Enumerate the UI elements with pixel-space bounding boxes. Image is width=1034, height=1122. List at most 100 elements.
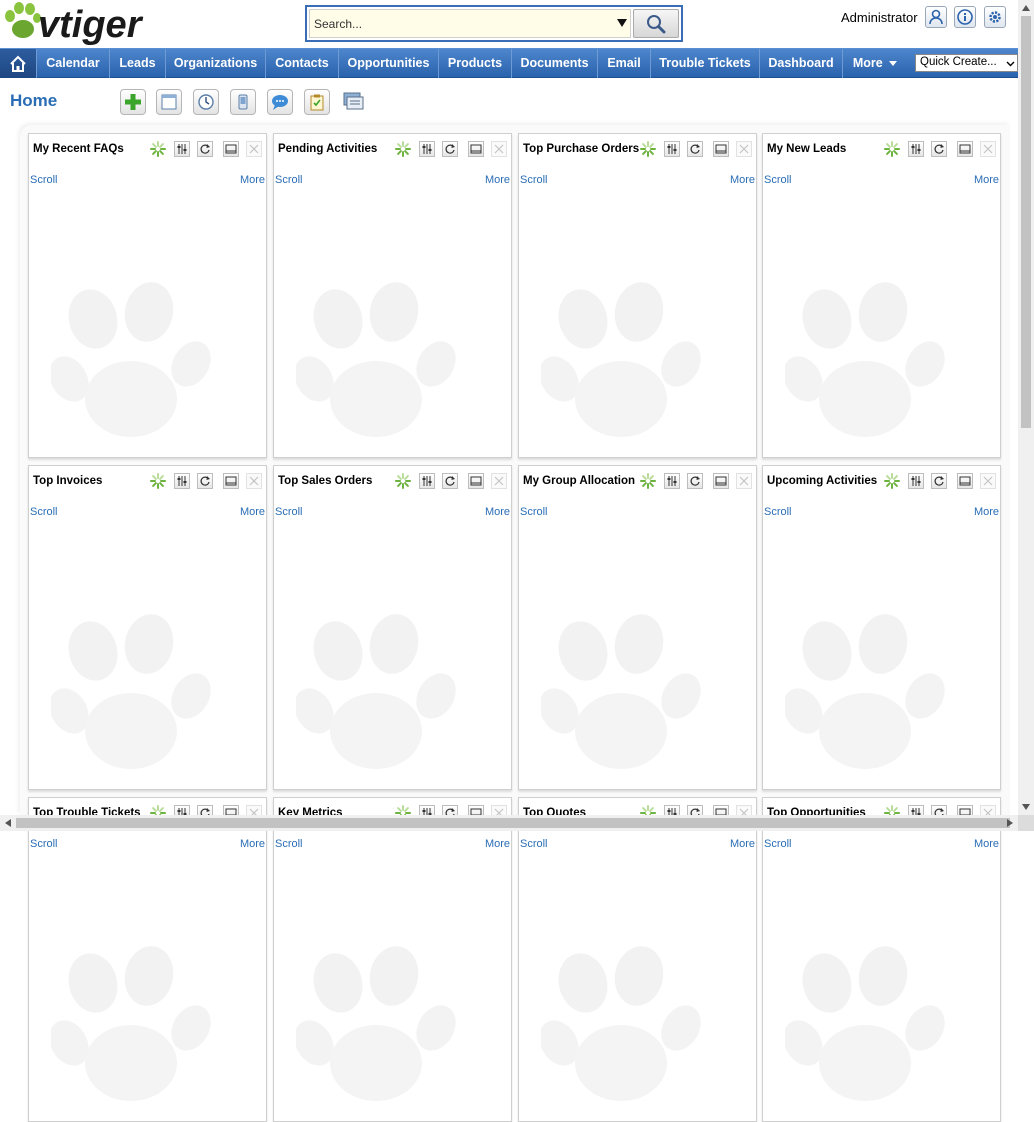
widget-scroll-link[interactable]: Scroll — [764, 174, 792, 186]
vertical-scroll-thumb[interactable] — [1021, 16, 1031, 428]
quick-create-select[interactable]: Quick Create... — [915, 54, 1018, 72]
scroll-left-arrow-icon[interactable] — [0, 815, 16, 831]
widget-more-link[interactable]: More — [485, 174, 510, 186]
widget-scroll-link[interactable]: Scroll — [520, 506, 548, 518]
user-name[interactable]: Administrator — [841, 10, 918, 25]
widget-options-icon[interactable] — [174, 141, 190, 157]
widget-scroll-link[interactable]: Scroll — [764, 838, 792, 850]
close-icon[interactable] — [736, 473, 752, 489]
info-icon[interactable] — [954, 6, 976, 28]
nav-email[interactable]: Email — [598, 49, 651, 78]
widget-more-link[interactable]: More — [485, 506, 510, 518]
minimize-icon[interactable] — [713, 141, 729, 157]
widget-scroll-link[interactable]: Scroll — [275, 174, 303, 186]
widget-scroll-link[interactable]: Scroll — [764, 506, 792, 518]
widget-options-icon[interactable] — [419, 141, 435, 157]
widget-title[interactable]: Top Invoices — [33, 475, 102, 487]
scroll-up-arrow-icon[interactable] — [1018, 0, 1034, 16]
nav-organizations[interactable]: Organizations — [166, 49, 266, 78]
widget-more-link[interactable]: More — [485, 838, 510, 850]
widget-title[interactable]: My Group Allocation — [523, 475, 635, 487]
scroll-down-arrow-icon[interactable] — [1018, 799, 1034, 815]
nav-leads[interactable]: Leads — [110, 49, 166, 78]
horizontal-scroll-thumb[interactable] — [16, 818, 1010, 828]
refresh-icon[interactable] — [442, 473, 458, 489]
widget-scroll-link[interactable]: Scroll — [275, 506, 303, 518]
refresh-icon[interactable] — [197, 141, 213, 157]
clipboard-icon[interactable] — [304, 89, 330, 115]
minimize-icon[interactable] — [468, 473, 484, 489]
vtiger-logo[interactable]: vtiger — [2, 0, 167, 46]
add-widget-icon[interactable] — [120, 89, 146, 115]
refresh-icon[interactable] — [197, 473, 213, 489]
close-icon[interactable] — [980, 141, 996, 157]
widget-more-link[interactable]: More — [730, 838, 755, 850]
minimize-icon[interactable] — [223, 141, 239, 157]
close-icon[interactable] — [246, 473, 262, 489]
refresh-icon[interactable] — [931, 473, 947, 489]
nav-trouble-tickets[interactable]: Trouble Tickets — [651, 49, 760, 78]
widget-title[interactable]: Top Sales Orders — [278, 475, 372, 487]
widget-options-icon[interactable] — [908, 473, 924, 489]
widget-title[interactable]: My Recent FAQs — [33, 143, 124, 155]
search-dropdown-icon[interactable] — [616, 17, 628, 29]
layout-window-icon[interactable] — [156, 89, 182, 115]
widget-more-link[interactable]: More — [240, 174, 265, 186]
widget-more-link[interactable]: More — [974, 838, 999, 850]
widget-more-link[interactable]: More — [240, 838, 265, 850]
close-icon[interactable] — [491, 141, 507, 157]
nav-more[interactable]: More — [843, 49, 907, 78]
widget-title[interactable]: Pending Activities — [278, 143, 377, 155]
search-button[interactable] — [633, 9, 679, 38]
widget-more-link[interactable]: More — [974, 506, 999, 518]
close-icon[interactable] — [246, 141, 262, 157]
nav-opportunities[interactable]: Opportunities — [339, 49, 439, 78]
nav-documents[interactable]: Documents — [512, 49, 598, 78]
close-icon[interactable] — [736, 141, 752, 157]
widget-scroll-link[interactable]: Scroll — [30, 506, 58, 518]
horizontal-scrollbar[interactable] — [0, 815, 1018, 831]
minimize-icon[interactable] — [957, 141, 973, 157]
refresh-icon[interactable] — [687, 473, 703, 489]
nav-dashboard[interactable]: Dashboard — [760, 49, 843, 78]
widget-scroll-link[interactable]: Scroll — [520, 838, 548, 850]
reports-stack-icon[interactable] — [341, 90, 367, 114]
widget-options-icon[interactable] — [664, 141, 680, 157]
widget-scroll-link[interactable]: Scroll — [275, 838, 303, 850]
settings-gear-icon[interactable] — [984, 6, 1006, 28]
close-icon[interactable] — [491, 473, 507, 489]
widget-scroll-link[interactable]: Scroll — [30, 838, 58, 850]
widget-title[interactable]: Upcoming Activities — [767, 475, 877, 487]
search-input[interactable] — [309, 9, 631, 38]
widget-scroll-link[interactable]: Scroll — [30, 174, 58, 186]
vertical-scrollbar[interactable] — [1018, 0, 1034, 815]
scroll-right-arrow-icon[interactable] — [1002, 815, 1018, 831]
widget-options-icon[interactable] — [908, 141, 924, 157]
nav-products[interactable]: Products — [439, 49, 512, 78]
minimize-icon[interactable] — [468, 141, 484, 157]
widget-more-link[interactable]: More — [730, 174, 755, 186]
widget-scroll-link[interactable]: Scroll — [520, 174, 548, 186]
clock-icon[interactable] — [193, 89, 219, 115]
refresh-icon[interactable] — [931, 141, 947, 157]
loading-spinner-icon — [150, 473, 166, 489]
minimize-icon[interactable] — [957, 473, 973, 489]
minimize-icon[interactable] — [223, 473, 239, 489]
refresh-icon[interactable] — [442, 141, 458, 157]
widget-title[interactable]: My New Leads — [767, 143, 846, 155]
mobile-icon[interactable] — [230, 89, 256, 115]
widget-options-icon[interactable] — [174, 473, 190, 489]
widget-options-icon[interactable] — [419, 473, 435, 489]
widget-title[interactable]: Top Purchase Orders — [523, 143, 639, 155]
refresh-icon[interactable] — [687, 141, 703, 157]
minimize-icon[interactable] — [713, 473, 729, 489]
chat-bubble-icon[interactable] — [267, 89, 293, 115]
nav-home-button[interactable] — [0, 49, 37, 78]
widget-options-icon[interactable] — [664, 473, 680, 489]
widget-more-link[interactable]: More — [240, 506, 265, 518]
nav-calendar[interactable]: Calendar — [37, 49, 110, 78]
user-preferences-icon[interactable] — [925, 6, 947, 28]
widget-more-link[interactable]: More — [974, 174, 999, 186]
nav-contacts[interactable]: Contacts — [266, 49, 339, 78]
close-icon[interactable] — [980, 473, 996, 489]
